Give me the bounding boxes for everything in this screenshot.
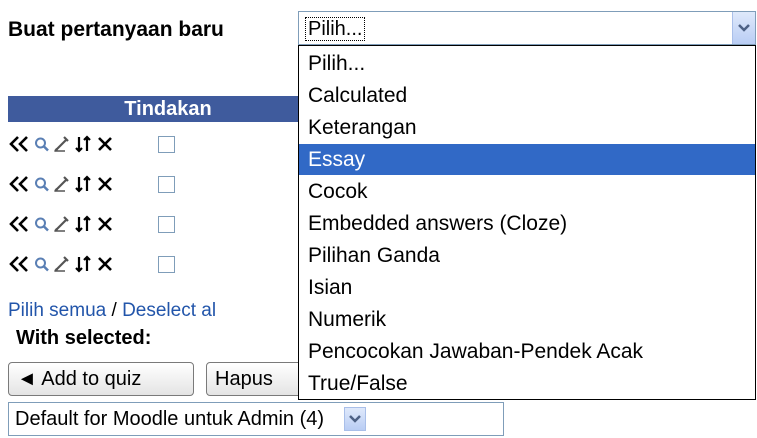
- category-dropdown-arrow-icon[interactable]: [344, 407, 366, 431]
- new-question-label: Buat pertanyaan baru: [8, 18, 224, 41]
- move-left-icon[interactable]: [8, 254, 32, 279]
- question-type-option[interactable]: True/False: [299, 368, 755, 399]
- question-select-checkbox[interactable]: [158, 176, 175, 193]
- question-type-option[interactable]: Cocok: [299, 176, 755, 207]
- edit-icon[interactable]: [52, 174, 70, 199]
- question-row-actions: [8, 134, 208, 164]
- question-select-checkbox[interactable]: [158, 216, 175, 233]
- category-select[interactable]: Default for Moodle untuk Admin (4): [8, 402, 504, 436]
- select-links: Pilih semua / Deselect al: [8, 300, 216, 322]
- move-left-icon[interactable]: [8, 214, 32, 239]
- question-type-option[interactable]: Essay: [299, 144, 755, 175]
- delete-icon[interactable]: [96, 214, 114, 239]
- select-all-link[interactable]: Pilih semua: [8, 300, 106, 321]
- question-row-actions: [8, 254, 208, 284]
- delete-icon[interactable]: [96, 254, 114, 279]
- question-select-checkbox[interactable]: [158, 136, 175, 153]
- deselect-all-link[interactable]: Deselect al: [122, 300, 216, 321]
- delete-icon[interactable]: [96, 174, 114, 199]
- actions-column-header: Tindakan: [8, 96, 298, 122]
- add-to-quiz-button[interactable]: ◄ Add to quiz: [8, 362, 194, 396]
- question-type-option[interactable]: Numerik: [299, 304, 755, 335]
- question-type-option[interactable]: Embedded answers (Cloze): [299, 208, 755, 239]
- question-type-dropdown-list: Pilih... Calculated Keterangan Essay Cocok Em…: [298, 45, 756, 400]
- move-left-icon[interactable]: [8, 174, 32, 199]
- move-icon[interactable]: [74, 214, 92, 239]
- preview-icon[interactable]: [34, 254, 50, 277]
- preview-icon[interactable]: [34, 174, 50, 197]
- delete-button[interactable]: Hapus: [206, 362, 306, 396]
- edit-icon[interactable]: [52, 254, 70, 279]
- question-type-select[interactable]: Pilih...: [298, 11, 756, 45]
- link-separator: /: [106, 300, 123, 321]
- edit-icon[interactable]: [52, 214, 70, 239]
- move-left-icon[interactable]: [8, 134, 32, 159]
- delete-icon[interactable]: [96, 134, 114, 159]
- question-type-option[interactable]: Pilihan Ganda: [299, 240, 755, 271]
- question-type-option[interactable]: Keterangan: [299, 112, 755, 143]
- edit-icon[interactable]: [52, 134, 70, 159]
- move-icon[interactable]: [74, 254, 92, 279]
- category-select-value: Default for Moodle untuk Admin (4): [15, 408, 325, 430]
- question-type-option[interactable]: Pilih...: [299, 48, 755, 79]
- move-icon[interactable]: [74, 174, 92, 199]
- with-selected-label: With selected:: [16, 327, 152, 349]
- dropdown-arrow-icon[interactable]: [732, 12, 755, 44]
- move-icon[interactable]: [74, 134, 92, 159]
- question-type-option[interactable]: Calculated: [299, 80, 755, 111]
- question-type-option[interactable]: Pencocokan Jawaban-Pendek Acak: [299, 336, 755, 367]
- question-type-option[interactable]: Isian: [299, 272, 755, 303]
- question-row-actions: [8, 174, 208, 204]
- preview-icon[interactable]: [34, 214, 50, 237]
- question-row-actions: [8, 214, 208, 244]
- question-type-selected-value: Pilih...: [305, 17, 366, 41]
- question-select-checkbox[interactable]: [158, 256, 175, 273]
- preview-icon[interactable]: [34, 134, 50, 157]
